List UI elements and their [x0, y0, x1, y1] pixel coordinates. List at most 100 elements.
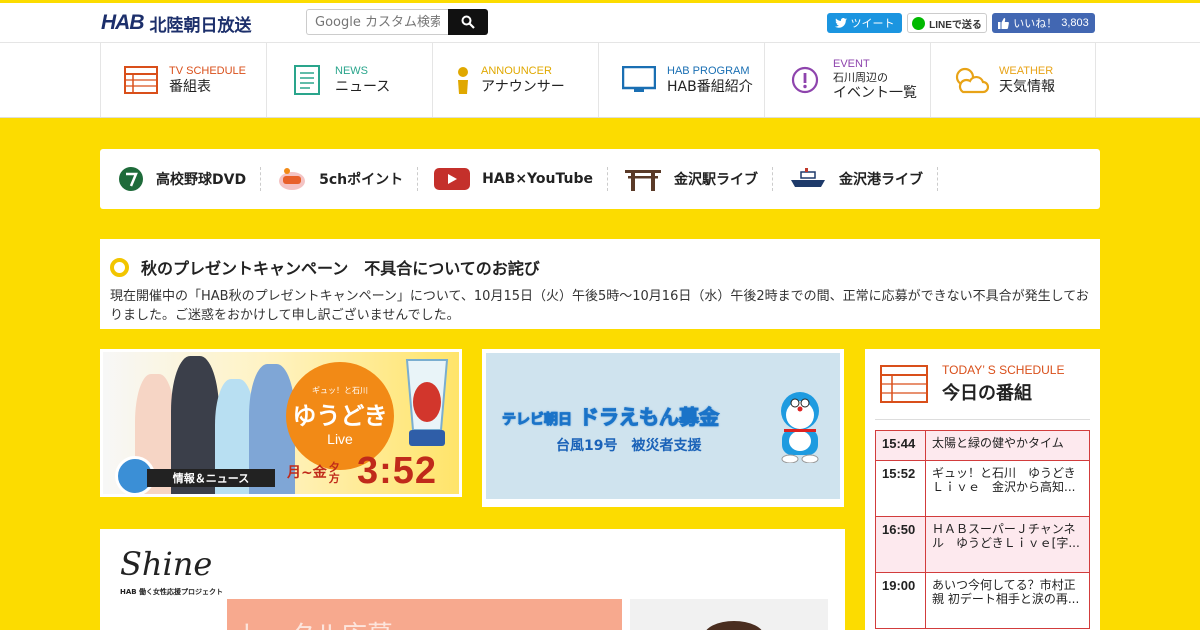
ring-bullet-icon [110, 257, 129, 277]
nav-en-label: TV SCHEDULE [169, 64, 247, 77]
logo-mark: HAB [101, 11, 144, 34]
yudoki-days-label: 月~金 [287, 465, 327, 481]
thumbs-up-icon [998, 17, 1010, 29]
todays-schedule-panel: TODAY’ S SCHEDULE 今日の番組 15:44 太陽と緑の健やかタイ… [865, 349, 1100, 630]
weather-icon [953, 62, 989, 98]
5ch-point-icon [279, 168, 306, 190]
nav-en-label: ANNOUNCER [481, 64, 552, 77]
yudoki-title: ゆうどき [292, 402, 388, 430]
nav-tv-schedule[interactable]: TV SCHEDULE 番組表 [100, 43, 266, 117]
nav-ja-label: 天気情報 [999, 78, 1055, 95]
nav-weather[interactable]: WEATHER 天気情報 [930, 43, 1096, 117]
doraemon-fund-subtitle: 台風19号 被災者支援 [556, 438, 702, 454]
nav-ja-label: イベント一覧 [833, 85, 917, 101]
monitor-icon [621, 62, 657, 98]
quick-link-kanazawa-station[interactable]: 金沢駅ライブ [624, 167, 773, 191]
schedule-header: TODAY’ S SCHEDULE 今日の番組 [880, 363, 1064, 405]
tv-schedule-icon [123, 62, 159, 98]
doraemon-banner-image: テレビ朝日 ドラえもん募金 台風19号 被災者支援 [486, 353, 840, 499]
tweet-button[interactable]: ツイート [827, 13, 902, 33]
like-count: 3,803 [1061, 17, 1089, 29]
search-button[interactable] [448, 9, 488, 35]
schedule-program: ギュッ！と石川 ゆうどきＬｉｖｅ 金沢から高知... [925, 460, 1090, 517]
schedule-en-title: TODAY’ S SCHEDULE [942, 363, 1065, 377]
tweet-label: ツイート [850, 18, 895, 30]
main-nav: TV SCHEDULE 番組表 NEWS ニュース ANNOUNCER アナウン… [0, 42, 1200, 118]
doraemon-title-main: ドラえもん募金 [578, 405, 719, 430]
notice-title: 秋のプレゼントキャンペーン 不具合についてのお詫び [141, 259, 540, 278]
schedule-row[interactable]: 16:50 ＨＡＢスーパーＪチャンネル ゆうどきＬｉｖｅ[字... [875, 516, 1090, 573]
schedule-time: 16:50 [875, 516, 926, 573]
schedule-time: 15:44 [875, 430, 926, 461]
search-input[interactable] [306, 9, 448, 35]
doraemon-title-small: テレビ朝日 [502, 412, 573, 429]
schedule-ja-title: 今日の番組 [942, 383, 1032, 404]
shine-pink-block: トータル応募 [227, 599, 622, 630]
line-icon [912, 16, 926, 30]
nav-announcer[interactable]: ANNOUNCER アナウンサー [432, 43, 598, 117]
site-logo[interactable]: HAB 北陸朝日放送 [101, 11, 252, 36]
baseball-icon [119, 167, 143, 191]
nav-ja-label: HAB番組紹介 [667, 78, 753, 95]
schedule-table: 15:44 太陽と緑の健やかタイム 15:52 ギュッ！と石川 ゆうどきＬｉｖｅ… [875, 430, 1090, 629]
notice-title-row[interactable]: 秋のプレゼントキャンペーン 不具合についてのお詫び [110, 255, 1090, 279]
nav-ja-label: ニュース [335, 78, 391, 95]
shine-subtitle: HAB 働く女性応援プロジェクト [120, 588, 224, 596]
divider [875, 419, 1090, 420]
schedule-row[interactable]: 15:52 ギュッ！と石川 ゆうどきＬｉｖｅ 金沢から高知... [875, 460, 1090, 517]
quick-link-youtube[interactable]: HAB×YouTube [434, 167, 608, 191]
portrait-hair [704, 621, 764, 630]
doraemon-fund-title: テレビ朝日 ドラえもん募金 [502, 401, 720, 430]
shine-photo [630, 599, 828, 630]
nav-news[interactable]: NEWS ニュース [266, 43, 432, 117]
yudoki-strip: 情報＆ニュース [147, 469, 275, 487]
notice-body: 現在開催中の「HAB秋のプレゼントキャンペーン」について、10月15日（火）午後… [110, 289, 1089, 323]
nav-hab-program[interactable]: HAB PROGRAM HAB番組紹介 [598, 43, 764, 117]
schedule-row[interactable]: 15:44 太陽と緑の健やかタイム [875, 430, 1090, 461]
line-share-button[interactable]: LINEで送る [907, 13, 987, 33]
news-icon [289, 62, 325, 98]
facebook-like-button[interactable]: いいね！ 3,803 [992, 13, 1095, 33]
nav-en-label: NEWS [335, 64, 368, 77]
shine-logo: Shine [120, 545, 213, 583]
like-label: いいね！ [1013, 18, 1058, 30]
quick-link-label: 金沢駅ライブ [673, 172, 758, 188]
quick-link-kanazawa-port[interactable]: 金沢港ライブ [789, 167, 938, 191]
schedule-time: 15:52 [875, 460, 926, 517]
quick-link-label: 金沢港ライブ [838, 172, 923, 188]
nav-sub-label: 石川周辺の [833, 71, 888, 84]
blender-mascot-icon [405, 359, 449, 446]
search-icon [461, 15, 475, 29]
quick-links-bar: 高校野球DVD 5chポイント HAB×YouTube 金沢駅ライブ 金沢港ライ… [100, 149, 1100, 209]
nav-en-label: EVENT [833, 58, 870, 70]
nav-event[interactable]: EVENT 石川周辺の イベント一覧 [764, 43, 930, 117]
shine-project-panel[interactable]: Shine HAB 働く女性応援プロジェクト トータル応募 [100, 529, 845, 630]
announcer-icon [455, 62, 471, 98]
nav-ja-label: アナウンサー [481, 78, 565, 95]
yudoki-time: 3:52 [357, 450, 438, 492]
yudoki-banner[interactable]: ギュッ！と石川 ゆうどき Live 情報＆ニュース 月~金 夕方 3:52 [100, 349, 462, 497]
tv-schedule-icon [880, 365, 928, 403]
yudoki-live-label: Live [327, 431, 353, 447]
top-header: HAB 北陸朝日放送 ツイート LINEで送る いいね！ 3,803 [0, 0, 1200, 42]
nav-ja-label: 番組表 [169, 78, 211, 95]
torii-gate-icon [624, 170, 661, 191]
exclamation-icon [787, 62, 823, 98]
quick-link-baseball-dvd[interactable]: 高校野球DVD [118, 167, 262, 191]
quick-link-5ch-point[interactable]: 5chポイント [277, 167, 419, 191]
quick-link-label: 5chポイント [319, 172, 404, 188]
schedule-row[interactable]: 19:00 あいつ今何してる？市村正親 初デート相手と涙の再... [875, 572, 1090, 629]
yudoki-evening-label: 夕方 [328, 461, 340, 485]
yudoki-small-label: ギュッ！と石川 [312, 386, 368, 395]
doraemon-fund-banner[interactable]: テレビ朝日 ドラえもん募金 台風19号 被災者支援 [482, 349, 844, 507]
doraemon-icon [781, 392, 819, 463]
yudoki-days: 月~金 夕方 [287, 462, 343, 484]
nav-en-label: HAB PROGRAM [667, 64, 750, 77]
logo-name: 北陸朝日放送 [149, 15, 252, 36]
schedule-program: 太陽と緑の健やかタイム [925, 430, 1090, 461]
twitter-bird-icon [834, 18, 847, 28]
schedule-time: 19:00 [875, 572, 926, 629]
youtube-icon [434, 168, 471, 190]
yudoki-banner-image: ギュッ！と石川 ゆうどき Live 情報＆ニュース 月~金 夕方 3:52 [103, 352, 459, 494]
ship-icon [790, 168, 825, 187]
